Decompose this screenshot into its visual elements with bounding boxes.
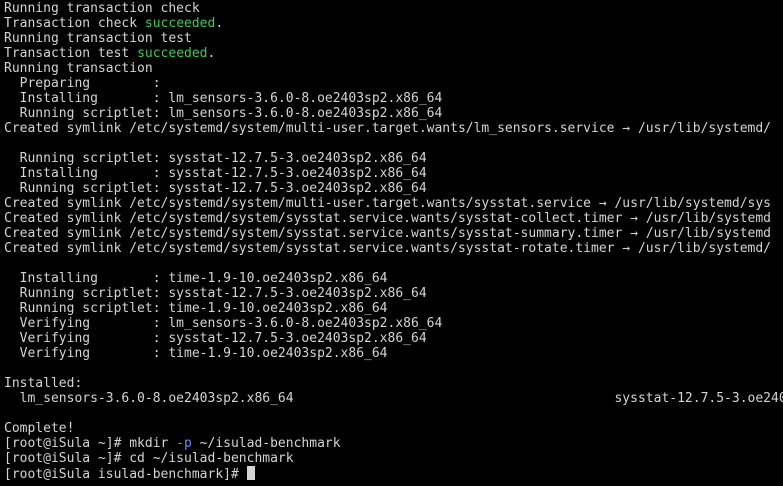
terminal-text: Created symlink /etc/systemd/system/syss… [4, 226, 772, 241]
terminal-text: Verifying : sysstat-12.7.5-3.oe2403sp2.x… [4, 331, 427, 346]
terminal-text: [root@iSula ~]# mkdir [4, 436, 177, 451]
terminal-text: . [215, 16, 224, 31]
terminal-line: lm_sensors-3.6.0-8.oe2403sp2.x86_64 syss… [4, 391, 783, 406]
terminal-text: Running transaction test [4, 31, 192, 46]
terminal-text: Verifying : lm_sensors-3.6.0-8.oe2403sp2… [4, 316, 443, 331]
terminal-text: Running scriptlet: sysstat-12.7.5-3.oe24… [4, 181, 427, 196]
terminal-line: [root@iSula isulad-benchmark]# [4, 466, 783, 481]
terminal-text: ~/isulad-benchmark [191, 436, 341, 451]
terminal-line: Verifying : time-1.9-10.oe2403sp2.x86_64 [4, 346, 783, 361]
terminal-text: Created symlink /etc/systemd/system/syss… [4, 241, 772, 256]
terminal-line: Running scriptlet: lm_sensors-3.6.0-8.oe… [4, 106, 783, 121]
terminal-line: Preparing : [4, 76, 783, 91]
terminal-line: Installing : time-1.9-10.oe2403sp2.x86_6… [4, 271, 783, 286]
terminal-text: Installing : sysstat-12.7.5-3.oe2403sp2.… [4, 166, 427, 181]
terminal-text: Running scriptlet: lm_sensors-3.6.0-8.oe… [4, 106, 443, 121]
terminal-line: Running scriptlet: sysstat-12.7.5-3.oe24… [4, 181, 783, 196]
terminal-output[interactable]: Running transaction check Transaction che… [4, 1, 783, 486]
terminal-text: Transaction check [4, 16, 145, 31]
terminal-line: [root@iSula ~]# mkdir -p ~/isulad-benchm… [4, 436, 783, 451]
terminal-line: Created symlink /etc/systemd/system/mult… [4, 121, 783, 136]
terminal-text: Installed: [4, 376, 83, 391]
terminal-line: Created symlink /etc/systemd/system/syss… [4, 241, 783, 256]
command-flag: -p [176, 436, 192, 451]
terminal-text: Running transaction check [4, 1, 200, 16]
terminal-text: [root@iSula ~]# cd ~/isulad-benchmark [4, 451, 294, 466]
terminal-text: Complete! [4, 421, 75, 436]
status-succeeded: succeeded [144, 16, 216, 31]
terminal-line: Created symlink /etc/systemd/system/syss… [4, 211, 783, 226]
terminal-text: Transaction test [4, 46, 138, 61]
terminal-line: Verifying : sysstat-12.7.5-3.oe2403sp2.x… [4, 331, 783, 346]
terminal-line: Running scriptlet: sysstat-12.7.5-3.oe24… [4, 286, 783, 301]
terminal-text: Installing : lm_sensors-3.6.0-8.oe2403sp… [4, 91, 443, 106]
text-cursor[interactable] [246, 466, 255, 480]
status-succeeded: succeeded [137, 46, 208, 61]
terminal-text: . [207, 46, 216, 61]
terminal-line: [root@iSula ~]# cd ~/isulad-benchmark [4, 451, 783, 466]
terminal-line: Installing : sysstat-12.7.5-3.oe2403sp2.… [4, 166, 783, 181]
terminal-text: Running scriptlet: sysstat-12.7.5-3.oe24… [4, 151, 427, 166]
terminal-text: Running transaction [4, 61, 153, 76]
terminal-line: Created symlink /etc/systemd/system/syss… [4, 226, 783, 241]
terminal-line: Complete! [4, 421, 783, 436]
terminal-line: Transaction test succeeded. [4, 46, 783, 61]
terminal-line: Installing : lm_sensors-3.6.0-8.oe2403sp… [4, 91, 783, 106]
terminal-line: Transaction check succeeded. [4, 16, 783, 31]
terminal-line: Running transaction check [4, 1, 783, 16]
terminal-text: Created symlink /etc/systemd/system/mult… [4, 196, 772, 211]
terminal-line: Running transaction test [4, 31, 783, 46]
terminal-text: Running scriptlet: sysstat-12.7.5-3.oe24… [4, 286, 427, 301]
terminal-text: [root@iSula isulad-benchmark]# [4, 467, 247, 481]
terminal-line: Verifying : lm_sensors-3.6.0-8.oe2403sp2… [4, 316, 783, 331]
terminal-text: Installing : time-1.9-10.oe2403sp2.x86_6… [4, 271, 388, 286]
terminal-line: Running transaction [4, 61, 783, 76]
terminal-text: lm_sensors-3.6.0-8.oe2403sp2.x86_64 syss… [4, 391, 783, 406]
terminal-line: Running scriptlet: sysstat-12.7.5-3.oe24… [4, 151, 783, 166]
terminal-text: Verifying : time-1.9-10.oe2403sp2.x86_64 [4, 346, 388, 361]
terminal-text: Created symlink /etc/systemd/system/mult… [4, 121, 772, 136]
terminal-line: Installed: [4, 376, 783, 391]
terminal-text: Running scriptlet: time-1.9-10.oe2403sp2… [4, 301, 388, 316]
terminal-text: Created symlink /etc/systemd/system/syss… [4, 211, 772, 226]
terminal-text: Preparing : [4, 76, 161, 91]
terminal-line: Running scriptlet: time-1.9-10.oe2403sp2… [4, 301, 783, 316]
terminal-line: Created symlink /etc/systemd/system/mult… [4, 196, 783, 211]
